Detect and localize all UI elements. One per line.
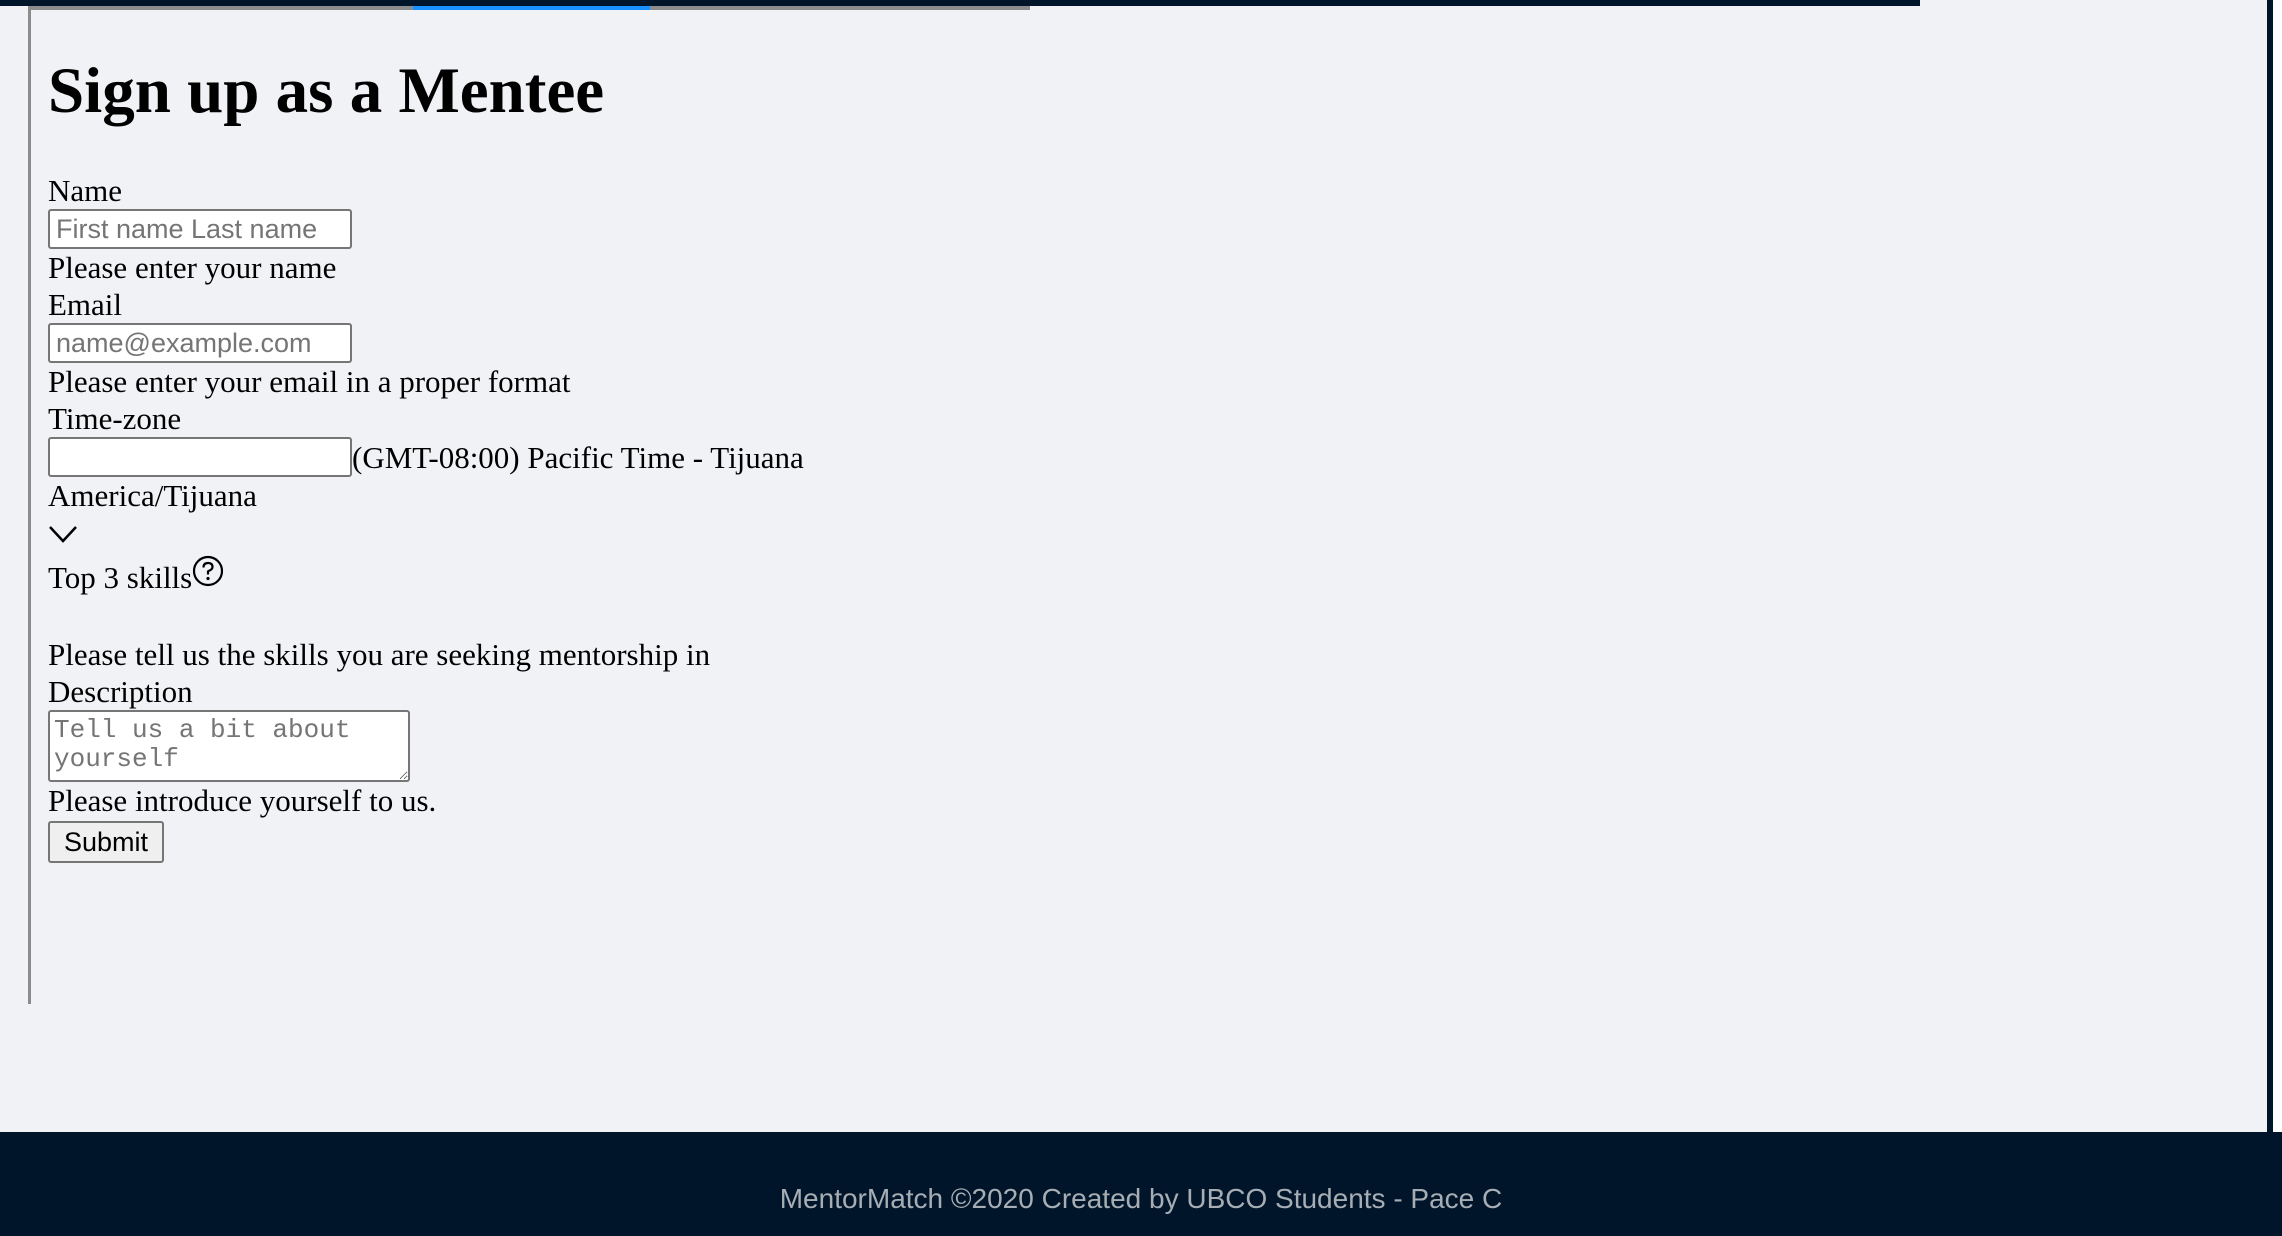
skills-label-row: Top 3 skills [48,555,1027,596]
signup-card: Sign up as a Mentee Name Please enter yo… [28,6,1030,1004]
footer-text: MentorMatch ©2020 Created by UBCO Studen… [779,1183,1503,1214]
mentee-signup-form: Name Please enter your name Email Please… [48,172,1027,863]
skills-hint: Please tell us the skills you are seekin… [48,637,711,672]
question-circle-icon[interactable] [192,555,224,595]
timezone-row: (GMT-08:00) Pacific Time - Tijuana [48,437,1027,477]
chevron-down-icon[interactable] [48,516,1027,553]
email-input[interactable] [48,323,352,363]
email-label: Email [48,287,123,322]
name-input[interactable] [48,209,352,249]
card-content: Sign up as a Mentee Name Please enter yo… [48,48,1027,863]
timezone-label: Time-zone [48,401,182,436]
timezone-zone-name: America/Tijuana [48,478,257,513]
right-white-edge [2273,0,2282,1132]
timezone-input[interactable] [48,437,352,477]
description-hint: Please introduce yourself to us. [48,783,437,818]
description-textarea[interactable] [48,710,410,782]
page-title: Sign up as a Mentee [48,55,605,127]
timezone-display: (GMT-08:00) Pacific Time - Tijuana [352,439,804,475]
skills-label: Top 3 skills [48,560,193,595]
name-label: Name [48,173,123,208]
description-label: Description [48,674,193,709]
skills-select-area[interactable] [48,596,1027,636]
active-tab-indicator [413,6,650,10]
name-hint: Please enter your name [48,250,337,285]
submit-button[interactable]: Submit [48,821,165,863]
footer: MentorMatch ©2020 Created by UBCO Studen… [0,1132,2282,1236]
email-hint: Please enter your email in a proper form… [48,364,571,399]
right-empty-area [1921,0,2282,1132]
